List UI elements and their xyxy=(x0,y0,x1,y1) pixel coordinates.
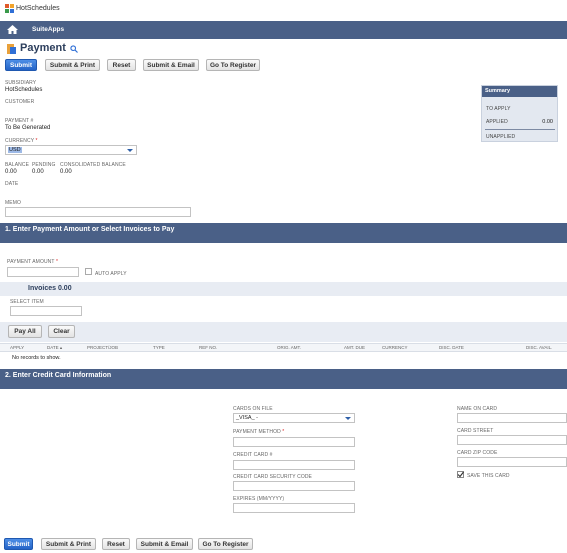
summary-applied-value: 0.00 xyxy=(542,119,553,125)
column-currency[interactable]: CURRENCY xyxy=(382,345,408,350)
currency-label: CURRENCY * xyxy=(5,138,38,144)
nav-item-suiteapps[interactable]: SuiteApps xyxy=(32,26,64,33)
checkmark-icon xyxy=(457,471,464,478)
expires-input[interactable] xyxy=(233,503,355,513)
chevron-down-icon xyxy=(345,417,351,420)
column-date[interactable]: DATE ▴ xyxy=(47,345,62,351)
chevron-down-icon xyxy=(127,149,133,152)
payment-amount-label: PAYMENT AMOUNT * xyxy=(7,259,58,265)
hotschedules-logo-icon xyxy=(5,4,14,13)
column-type[interactable]: TYPE xyxy=(153,345,165,350)
invoices-tab[interactable]: Invoices 0.00 xyxy=(28,285,72,292)
payment-method-input[interactable] xyxy=(233,437,355,447)
summary-applied-label: APPLIED xyxy=(486,119,508,125)
submit-print-button[interactable]: Submit & Print xyxy=(45,59,100,71)
currency-value: USD xyxy=(8,147,22,153)
memo-input[interactable] xyxy=(5,207,191,217)
name-on-card-input[interactable] xyxy=(457,413,567,423)
submit-button-bottom[interactable]: Submit xyxy=(4,538,33,550)
submit-email-button[interactable]: Submit & Email xyxy=(143,59,199,71)
section-1-header: 1. Enter Payment Amount or Select Invoic… xyxy=(0,223,567,243)
memo-label: MEMO xyxy=(5,200,21,206)
card-street-label: CARD STREET xyxy=(457,428,494,434)
consolidated-balance-label: CONSOLIDATED BALANCE xyxy=(60,162,126,168)
submit-print-button-bottom[interactable]: Submit & Print xyxy=(41,538,96,550)
subsidiary-value: HotSchedules xyxy=(5,87,43,93)
balance-label: BALANCE xyxy=(5,162,30,168)
column-ref-no[interactable]: REF NO. xyxy=(199,345,217,350)
column-disc-date[interactable]: DISC. DATE xyxy=(439,345,464,350)
search-icon[interactable] xyxy=(70,45,78,53)
column-apply[interactable]: APPLY xyxy=(10,345,24,350)
credit-card-number-label: CREDIT CARD # xyxy=(233,452,273,458)
auto-apply-checkbox[interactable] xyxy=(85,268,92,275)
invoice-toolbar xyxy=(0,322,567,342)
column-orig-amt[interactable]: ORIG. AMT. xyxy=(277,345,301,350)
payment-amount-input[interactable] xyxy=(7,267,79,277)
home-button[interactable] xyxy=(5,23,20,36)
payment-number-value: To Be Generated xyxy=(5,125,51,131)
payment-amount-label-text: PAYMENT AMOUNT xyxy=(7,259,55,265)
credit-card-number-input[interactable] xyxy=(233,460,355,470)
pending-value: 0.00 xyxy=(32,169,44,175)
go-to-register-button-bottom[interactable]: Go To Register xyxy=(198,538,253,550)
subsidiary-label: SUBSIDIARY xyxy=(5,80,37,86)
customer-label: CUSTOMER xyxy=(5,99,35,105)
required-mark: * xyxy=(282,429,285,435)
submit-email-button-bottom[interactable]: Submit & Email xyxy=(136,538,193,550)
summary-unapplied-label: UNAPPLIED xyxy=(486,134,516,140)
cards-on-file-label: CARDS ON FILE xyxy=(233,406,273,412)
reset-button-bottom[interactable]: Reset xyxy=(102,538,130,550)
card-street-input[interactable] xyxy=(457,435,567,445)
select-item-input[interactable] xyxy=(10,306,82,316)
summary-divider xyxy=(485,129,555,130)
page-title: Payment xyxy=(20,42,66,54)
submit-button[interactable]: Submit xyxy=(5,59,37,71)
currency-label-text: CURRENCY xyxy=(5,138,35,144)
name-on-card-label: NAME ON CARD xyxy=(457,406,498,412)
payment-number-label: PAYMENT # xyxy=(5,118,34,124)
invoices-tab-band xyxy=(0,282,567,296)
currency-select[interactable]: USD xyxy=(5,145,137,155)
balance-value: 0.00 xyxy=(5,169,17,175)
column-amt-due[interactable]: AMT. DUE xyxy=(344,345,365,350)
security-code-label: CREDIT CARD SECURITY CODE xyxy=(233,474,312,480)
payment-method-label-text: PAYMENT METHOD xyxy=(233,429,281,435)
app-name: HotSchedules xyxy=(16,5,60,12)
summary-title: Summary xyxy=(482,86,557,97)
payment-method-label: PAYMENT METHOD * xyxy=(233,429,284,435)
pay-all-button[interactable]: Pay All xyxy=(8,325,42,338)
required-mark: * xyxy=(35,138,38,144)
required-mark: * xyxy=(55,259,58,265)
section-2-header: 2. Enter Credit Card Information xyxy=(0,369,567,389)
auto-apply-label: AUTO APPLY xyxy=(95,271,127,277)
consolidated-balance-value: 0.00 xyxy=(60,169,72,175)
clear-button[interactable]: Clear xyxy=(48,325,75,338)
security-code-input[interactable] xyxy=(233,481,355,491)
cards-on-file-value: _VISA_ - xyxy=(236,415,259,421)
save-card-label: SAVE THIS CARD xyxy=(467,473,510,479)
pending-label: PENDING xyxy=(32,162,56,168)
expires-label: EXPIRES (MM/YYYY) xyxy=(233,496,285,502)
summary-box: Summary TO APPLY APPLIED 0.00 UNAPPLIED xyxy=(481,85,558,142)
reset-button[interactable]: Reset xyxy=(107,59,136,71)
card-zip-input[interactable] xyxy=(457,457,567,467)
empty-table-message: No records to show. xyxy=(12,355,61,361)
select-item-label: SELECT ITEM xyxy=(10,299,44,305)
summary-to-apply-label: TO APPLY xyxy=(486,106,511,112)
save-card-checkbox[interactable] xyxy=(457,471,464,478)
app-header: HotSchedules xyxy=(0,0,567,20)
column-disc-avail[interactable]: DISC. AVAIL. xyxy=(526,345,552,350)
nav-bar: SuiteApps xyxy=(0,21,567,39)
payment-page-icon xyxy=(6,43,17,55)
date-label: DATE xyxy=(5,181,19,187)
column-project-job[interactable]: PROJECT/JOB xyxy=(87,345,118,350)
go-to-register-button[interactable]: Go To Register xyxy=(206,59,260,71)
home-icon xyxy=(7,25,18,34)
card-zip-label: CARD ZIP CODE xyxy=(457,450,498,456)
cards-on-file-select[interactable]: _VISA_ - xyxy=(233,413,355,423)
